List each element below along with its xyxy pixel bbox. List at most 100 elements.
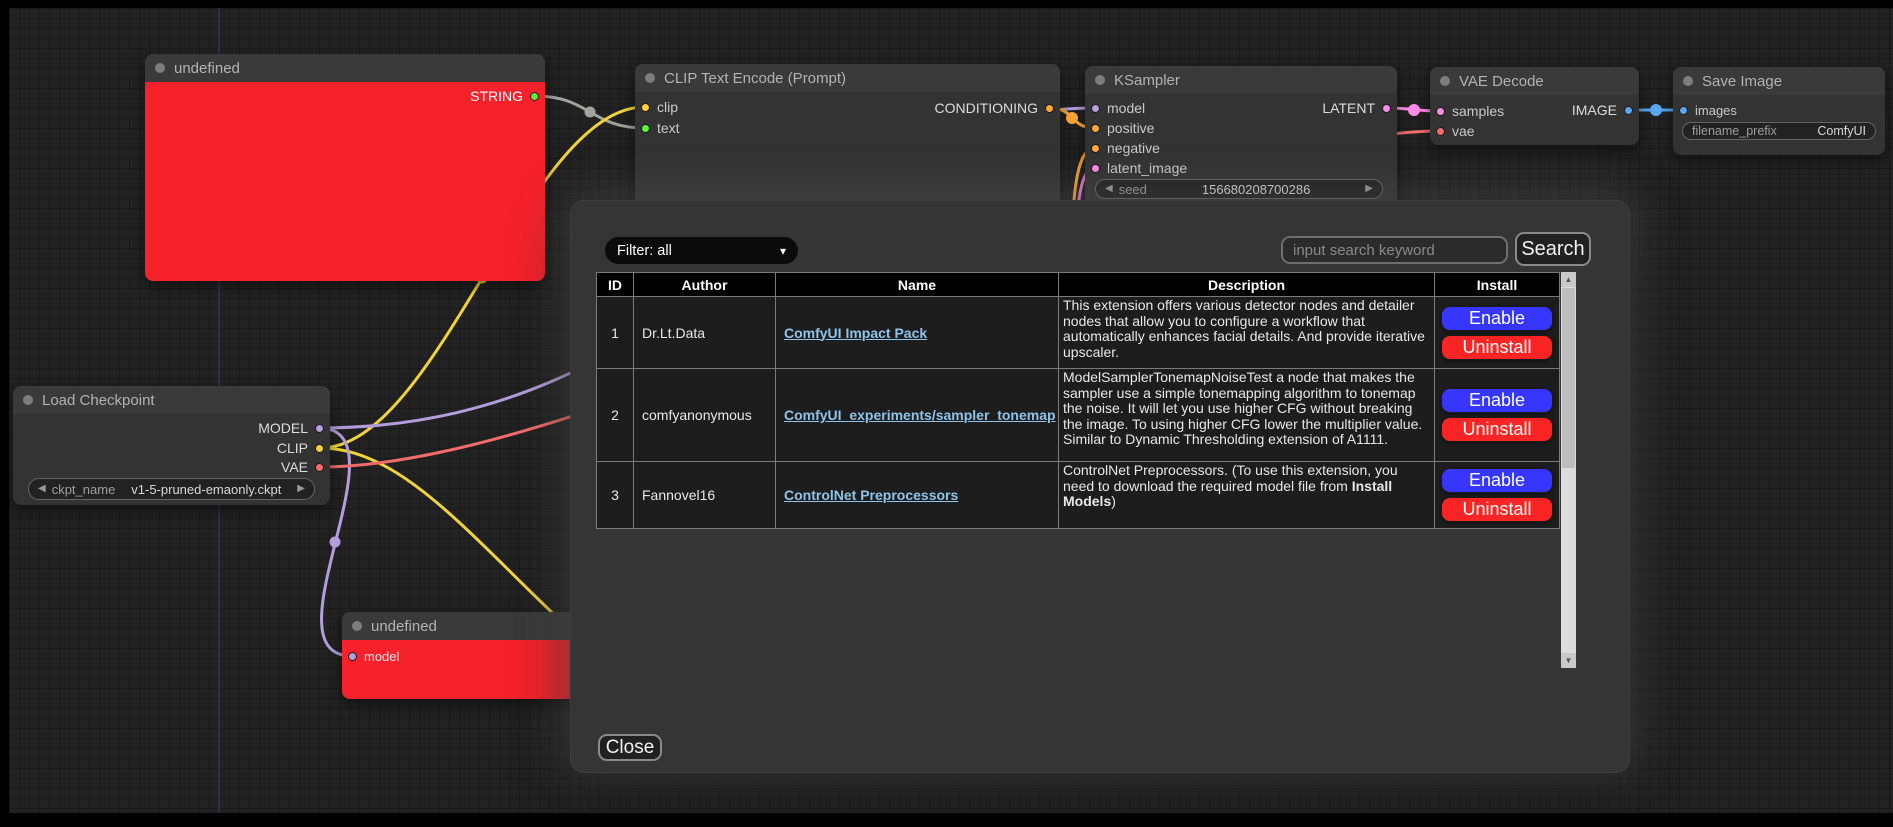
- node-vae-decode[interactable]: VAE Decode samples vae IMAGE: [1430, 67, 1639, 145]
- conditioning-slot-icon[interactable]: [1091, 144, 1100, 153]
- clip-slot-icon[interactable]: [315, 444, 324, 453]
- widget-value[interactable]: v1-5-pruned-emaonly.ckpt: [121, 482, 291, 497]
- node-save-image[interactable]: Save Image images filename_prefix ComfyU…: [1673, 67, 1885, 155]
- input-slot-positive[interactable]: positive: [1091, 118, 1154, 138]
- cell-description: This extension offers various detector n…: [1059, 297, 1435, 369]
- extension-link[interactable]: ComfyUI_experiments/sampler_tonemap: [784, 407, 1056, 423]
- image-slot-icon[interactable]: [1679, 106, 1688, 115]
- input-slot-model[interactable]: model: [1091, 98, 1145, 118]
- output-slot-model[interactable]: MODEL: [258, 418, 324, 438]
- latent-slot-icon[interactable]: [1091, 164, 1100, 173]
- collapse-dot-icon[interactable]: [1683, 76, 1693, 86]
- output-slot-clip[interactable]: CLIP: [277, 438, 324, 458]
- column-header-name: Name: [776, 273, 1059, 297]
- input-slot-samples[interactable]: samples: [1436, 101, 1504, 121]
- node-title-bar[interactable]: undefined: [145, 54, 545, 82]
- model-slot-icon[interactable]: [315, 424, 324, 433]
- widget-label: ckpt_name: [52, 482, 116, 497]
- scroll-up-icon[interactable]: ▲: [1561, 272, 1576, 287]
- cell-name: ComfyUI_experiments/sampler_tonemap: [776, 369, 1059, 462]
- search-button[interactable]: Search: [1515, 232, 1591, 266]
- ckpt-name-widget[interactable]: ◀ ckpt_name v1-5-pruned-emaonly.ckpt ▶: [28, 478, 315, 500]
- collapse-dot-icon[interactable]: [645, 73, 655, 83]
- collapse-dot-icon[interactable]: [23, 395, 33, 405]
- clip-slot-icon[interactable]: [641, 103, 650, 112]
- uninstall-button[interactable]: Uninstall: [1441, 497, 1553, 522]
- cell-id: 2: [597, 369, 634, 462]
- node-title: Save Image: [1702, 73, 1782, 90]
- table-scrollbar[interactable]: ▲ ▼: [1561, 272, 1576, 668]
- collapse-dot-icon[interactable]: [352, 621, 362, 631]
- output-slot-latent[interactable]: LATENT: [1322, 98, 1391, 118]
- node-title-bar[interactable]: Save Image: [1673, 67, 1885, 95]
- increment-arrow-icon[interactable]: ▶: [1365, 184, 1373, 194]
- table-row: 1 Dr.Lt.Data ComfyUI Impact Pack This ex…: [597, 297, 1560, 369]
- vae-slot-icon[interactable]: [1436, 127, 1445, 136]
- extension-link[interactable]: ComfyUI Impact Pack: [784, 325, 927, 341]
- node-load-checkpoint[interactable]: Load Checkpoint MODEL CLIP VAE ◀ ckpt_na…: [13, 386, 330, 505]
- widget-value[interactable]: 156680208700286: [1153, 182, 1359, 197]
- filter-selected-value: Filter: all: [617, 243, 672, 259]
- enable-button[interactable]: Enable: [1441, 468, 1553, 493]
- table-row: 2 comfyanonymous ComfyUI_experiments/sam…: [597, 369, 1560, 462]
- text-slot-icon[interactable]: [641, 124, 650, 133]
- node-title: undefined: [174, 60, 240, 77]
- input-slot-latent-image[interactable]: latent_image: [1091, 158, 1187, 178]
- latent-slot-icon[interactable]: [1382, 104, 1391, 113]
- node-title-bar[interactable]: CLIP Text Encode (Prompt): [635, 64, 1060, 92]
- enable-button[interactable]: Enable: [1441, 306, 1553, 331]
- output-slot-string[interactable]: STRING: [470, 86, 539, 106]
- model-slot-icon[interactable]: [1091, 104, 1100, 113]
- node-title-bar[interactable]: Load Checkpoint: [13, 386, 330, 414]
- scrollbar-thumb[interactable]: [1562, 288, 1575, 468]
- cell-id: 3: [597, 462, 634, 529]
- widget-value[interactable]: ComfyUI: [1783, 124, 1866, 138]
- conditioning-slot-icon[interactable]: [1045, 104, 1054, 113]
- uninstall-button[interactable]: Uninstall: [1441, 335, 1553, 360]
- column-header-author: Author: [634, 273, 776, 297]
- cell-install: Enable Uninstall: [1435, 462, 1560, 529]
- input-slot-vae[interactable]: vae: [1436, 121, 1475, 141]
- decrement-arrow-icon[interactable]: ◀: [1105, 184, 1113, 194]
- input-slot-clip[interactable]: clip: [641, 97, 678, 117]
- extension-link[interactable]: ControlNet Preprocessors: [784, 487, 958, 503]
- extension-manager-dialog: Filter: all ▾ Search ID Author Name Desc…: [570, 200, 1630, 773]
- node-title-bar[interactable]: VAE Decode: [1430, 67, 1639, 95]
- cell-install: Enable Uninstall: [1435, 297, 1560, 369]
- output-slot-conditioning[interactable]: CONDITIONING: [935, 98, 1054, 118]
- node-title: undefined: [371, 618, 437, 635]
- collapse-dot-icon[interactable]: [155, 63, 165, 73]
- close-button[interactable]: Close: [598, 734, 662, 761]
- filter-dropdown[interactable]: Filter: all ▾: [605, 237, 798, 264]
- collapse-dot-icon[interactable]: [1095, 75, 1105, 85]
- increment-arrow-icon[interactable]: ▶: [297, 484, 305, 494]
- input-slot-negative[interactable]: negative: [1091, 138, 1160, 158]
- search-input[interactable]: [1281, 236, 1508, 264]
- filename-prefix-widget[interactable]: filename_prefix ComfyUI: [1682, 122, 1876, 140]
- graph-canvas[interactable]: undefined STRING CLIP Text Encode (Promp…: [9, 8, 1893, 813]
- uninstall-button[interactable]: Uninstall: [1441, 417, 1553, 442]
- cell-author: comfyanonymous: [634, 369, 776, 462]
- seed-widget[interactable]: ◀ seed 156680208700286 ▶: [1095, 179, 1383, 199]
- vae-slot-icon[interactable]: [315, 463, 324, 472]
- string-slot-icon[interactable]: [530, 92, 539, 101]
- node-title-bar[interactable]: KSampler: [1085, 66, 1397, 94]
- node-title: Load Checkpoint: [42, 392, 155, 409]
- output-slot-vae[interactable]: VAE: [281, 457, 324, 477]
- cell-author: Fannovel16: [634, 462, 776, 529]
- output-slot-image[interactable]: IMAGE: [1572, 100, 1633, 120]
- enable-button[interactable]: Enable: [1441, 388, 1553, 413]
- collapse-dot-icon[interactable]: [1440, 76, 1450, 86]
- scroll-down-icon[interactable]: ▼: [1561, 653, 1576, 668]
- node-undefined-top[interactable]: undefined STRING: [145, 54, 545, 281]
- widget-label: seed: [1119, 182, 1147, 197]
- latent-slot-icon[interactable]: [1436, 107, 1445, 116]
- input-slot-text[interactable]: text: [641, 118, 680, 138]
- table-header-row: ID Author Name Description Install: [597, 273, 1560, 297]
- decrement-arrow-icon[interactable]: ◀: [38, 484, 46, 494]
- input-slot-images[interactable]: images: [1679, 100, 1737, 120]
- image-slot-icon[interactable]: [1624, 106, 1633, 115]
- conditioning-slot-icon[interactable]: [1091, 124, 1100, 133]
- model-slot-icon[interactable]: [348, 652, 357, 661]
- input-slot-model[interactable]: model: [348, 646, 399, 666]
